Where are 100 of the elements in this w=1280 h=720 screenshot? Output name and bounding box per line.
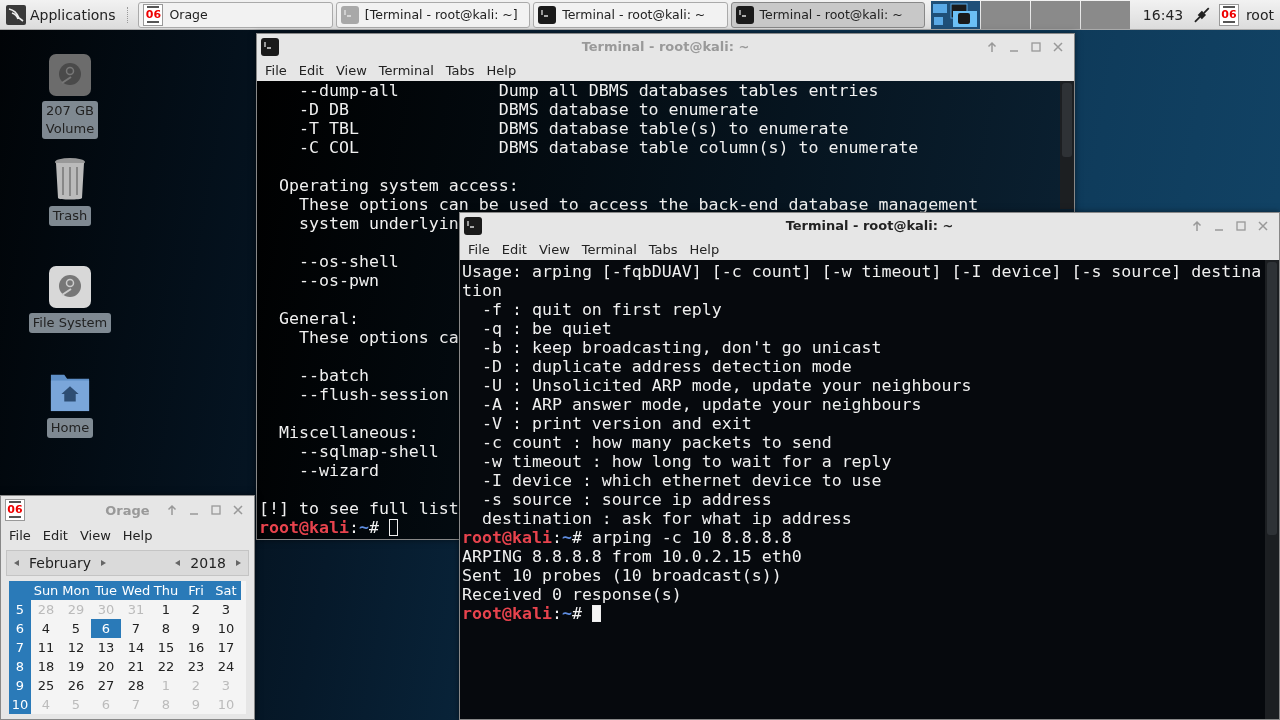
output-line: Miscellaneous: <box>277 423 419 442</box>
menu-item[interactable]: Help <box>116 527 159 543</box>
keep-above-icon[interactable] <box>986 40 998 53</box>
keep-above-icon[interactable] <box>1191 219 1203 232</box>
next-month-icon[interactable] <box>99 559 108 567</box>
output-line: -U : Unsolicited ARP mode, update your neighbours <box>480 376 972 395</box>
day-cell[interactable]: 8 <box>151 619 181 638</box>
icon-label[interactable]: File System <box>28 313 112 333</box>
day-cell[interactable]: 16 <box>181 638 211 657</box>
taskbar-button[interactable]: Terminal - root@kali: ~ <box>730 1 925 28</box>
menu-item[interactable]: File <box>3 527 37 543</box>
menu-item[interactable]: Edit <box>36 527 74 543</box>
day-cell[interactable]: 12 <box>61 638 91 657</box>
day-text: 06 <box>7 504 23 515</box>
day-cell[interactable]: 19 <box>61 657 91 676</box>
previous-year-icon[interactable] <box>174 559 183 567</box>
close-icon[interactable] <box>232 504 244 516</box>
menu-item[interactable]: Tabs <box>642 241 684 257</box>
output-line: Usage: arping [-fqbDUAV] [-c count] [-w timeout] [-I device] [-s source] destina <box>462 262 1262 281</box>
icon-label[interactable]: Trash <box>48 206 92 226</box>
day-cell[interactable]: 26 <box>61 676 91 695</box>
day-cell[interactable]: 14 <box>121 638 151 657</box>
output-line: --flush-session <box>297 385 449 404</box>
weekday-header: Sun <box>31 581 61 600</box>
menu-item[interactable]: Edit <box>292 62 330 78</box>
output-line: -T TBL DBMS database table(s) to enumerate <box>297 119 849 138</box>
output-line: -c count : how many packets to send <box>480 433 832 452</box>
menu-item[interactable]: Tabs <box>439 62 481 78</box>
day-cell[interactable]: 18 <box>31 657 61 676</box>
day-cell[interactable]: 25 <box>31 676 61 695</box>
scrollbar[interactable] <box>1060 81 1074 209</box>
day-cell[interactable]: 2 <box>181 600 211 619</box>
user-name[interactable]: root <box>1245 6 1274 23</box>
day-cell[interactable]: 17 <box>211 638 241 657</box>
previous-month-icon[interactable] <box>13 559 21 567</box>
output-line: --os-shell <box>297 252 399 271</box>
day-cell[interactable]: 22 <box>151 657 181 676</box>
prompt-path: ~ <box>561 528 572 547</box>
day-cell[interactable]: 20 <box>91 657 121 676</box>
close-icon[interactable] <box>1052 40 1064 53</box>
day-cell[interactable]: 11 <box>31 638 61 657</box>
taskbar-button[interactable]: Terminal - root@kali: ~ <box>533 1 728 28</box>
menu-item[interactable]: View <box>532 241 576 257</box>
day-cell[interactable]: 7 <box>121 619 151 638</box>
menu-item[interactable]: Terminal <box>372 62 440 78</box>
day-cell[interactable]: 24 <box>211 657 241 676</box>
output-line: -A : ARP answer mode, update your neighbours <box>480 395 922 414</box>
day-cell[interactable]: 27 <box>91 676 121 695</box>
day-text: 06 <box>145 8 162 20</box>
day-cell[interactable]: 10 <box>211 619 241 638</box>
menu-item[interactable]: File <box>259 62 293 78</box>
terminal-icon <box>735 5 754 24</box>
output-line: -D : duplicate address detection mode <box>480 357 852 376</box>
day-cell[interactable]: 1 <box>151 600 181 619</box>
maximize-icon[interactable] <box>210 504 222 516</box>
close-icon[interactable] <box>1257 219 1269 232</box>
prompt-sign: # <box>368 518 379 537</box>
day-cell[interactable]: 9 <box>181 619 211 638</box>
icon-label[interactable]: Home <box>46 418 94 438</box>
menu-item[interactable]: View <box>329 62 373 78</box>
icon-label[interactable]: 207 GB Volume <box>41 101 99 139</box>
output-line: --os-pwn <box>297 271 379 290</box>
day-cell[interactable]: 21 <box>121 657 151 676</box>
menu-item[interactable]: Terminal <box>575 241 643 257</box>
clock[interactable]: 16:43 <box>1142 6 1184 23</box>
output-line: -f : quit on first reply <box>480 300 722 319</box>
prompt-sign: # <box>571 604 582 623</box>
weekday-header: Tue <box>91 581 121 600</box>
maximize-icon[interactable] <box>1030 40 1042 53</box>
menu-item[interactable]: Help <box>683 241 726 257</box>
day-cell[interactable]: 4 <box>31 619 61 638</box>
taskbar-button[interactable]: [Terminal - root@kali: ~] <box>335 1 531 28</box>
weekday-header: Mon <box>61 581 91 600</box>
prompt-path: ~ <box>358 518 369 537</box>
workspace-button[interactable] <box>930 0 980 29</box>
trash-can-icon[interactable] <box>54 157 86 201</box>
day-cell[interactable]: 5 <box>61 619 91 638</box>
day-cell[interactable]: 15 <box>151 638 181 657</box>
output-line: General: <box>277 309 359 328</box>
dragon-logo-icon <box>6 4 26 25</box>
day-cell[interactable]: 6 <box>91 619 121 638</box>
day-cell[interactable]: 28 <box>121 676 151 695</box>
maximize-icon[interactable] <box>1235 219 1247 232</box>
menu-item[interactable]: Edit <box>495 241 533 257</box>
menu-item[interactable]: View <box>73 527 117 543</box>
day-cell[interactable]: 23 <box>181 657 211 676</box>
output-line: -V : print version and exit <box>480 414 752 433</box>
keep-above-icon[interactable] <box>166 504 178 516</box>
next-year-icon[interactable] <box>234 559 242 567</box>
menu-item[interactable]: Help <box>480 62 523 78</box>
scrollbar[interactable] <box>1265 260 1279 719</box>
hard-drive-icon[interactable] <box>49 54 91 96</box>
applications-menu[interactable]: Applications <box>2 1 120 28</box>
output-line: -I device : which ethernet device to use <box>480 471 882 490</box>
output-line: Operating system access: <box>277 176 519 195</box>
taskbar-button[interactable]: 06 Orage <box>138 1 333 28</box>
day-cell[interactable]: 13 <box>91 638 121 657</box>
day-cell[interactable]: 3 <box>211 600 241 619</box>
menu-item[interactable]: File <box>462 241 496 257</box>
hard-drive-icon[interactable] <box>49 266 91 308</box>
